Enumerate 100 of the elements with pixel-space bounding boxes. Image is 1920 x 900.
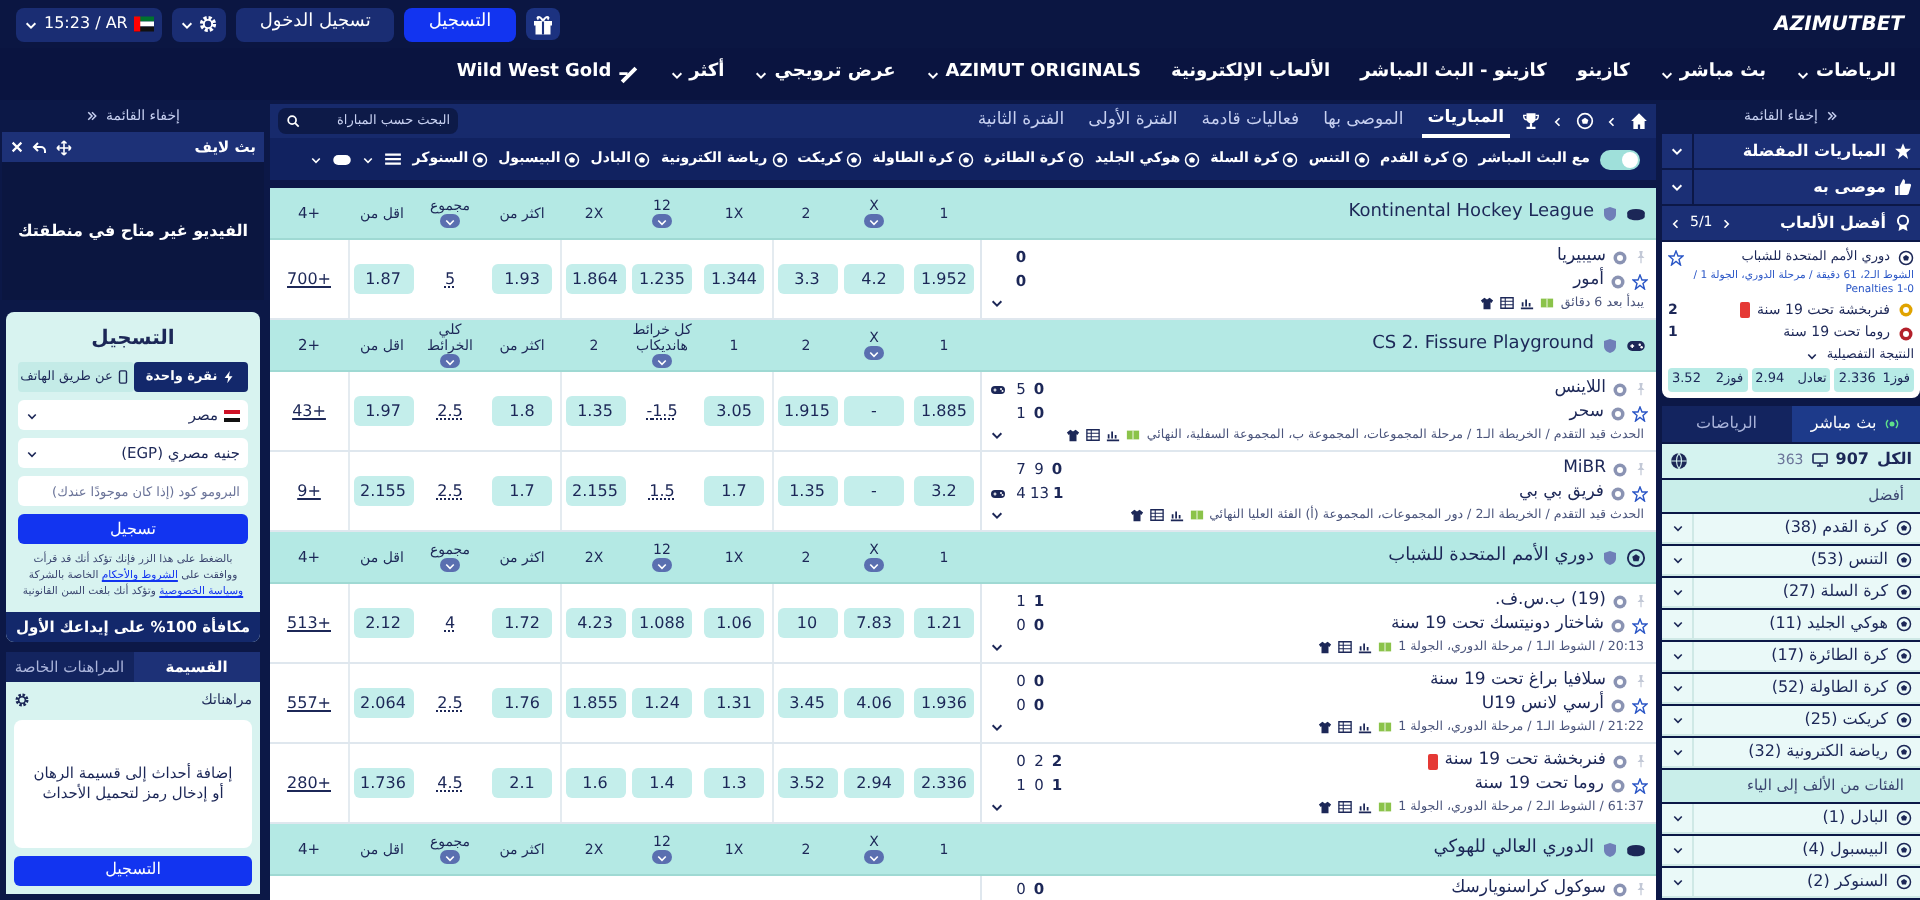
move-icon[interactable] — [56, 139, 72, 155]
star-icon[interactable] — [1632, 617, 1648, 633]
odds-button[interactable]: 7.83 — [844, 608, 904, 638]
dropdown-toggle[interactable] — [440, 850, 460, 864]
odds-button[interactable]: 1.885 — [914, 396, 974, 426]
table-icon[interactable] — [1149, 508, 1164, 522]
submit-button[interactable]: تسجيل — [18, 514, 248, 544]
lineup-icon[interactable] — [1318, 640, 1333, 654]
sport-item[interactable]: هوكي الجليد (11) — [1662, 609, 1920, 639]
tab[interactable]: فعاليات قادمة — [1195, 104, 1306, 138]
sport-item[interactable]: كرة القدم (38) — [1662, 513, 1920, 543]
chevron-down-icon[interactable] — [990, 296, 1004, 310]
previous-icon[interactable] — [1670, 217, 1682, 229]
chart-icon[interactable] — [1106, 428, 1121, 442]
chevron-down-icon[interactable] — [990, 508, 1004, 522]
nav-item[interactable]: الرياضات — [1796, 60, 1896, 88]
more-markets-link[interactable]: 43+ — [292, 399, 326, 423]
odds-button[interactable]: 2.155 — [353, 476, 413, 506]
field-icon[interactable] — [1189, 508, 1204, 522]
star-icon[interactable] — [1632, 485, 1648, 501]
odds-button[interactable]: 4.23 — [565, 608, 625, 638]
chart-icon[interactable] — [1169, 508, 1184, 522]
register-button[interactable]: التسجيل — [404, 7, 516, 41]
odds-button[interactable]: 1.31 — [704, 688, 764, 718]
nav-item[interactable]: AZIMUT ORIGINALS — [925, 60, 1142, 88]
logo[interactable]: AZIMUTBET — [1774, 9, 1904, 39]
odds-button[interactable]: 4.2 — [844, 264, 904, 294]
odds-button[interactable]: - — [844, 396, 904, 426]
odds-button[interactable]: 2.94 — [844, 768, 904, 798]
odds-button[interactable]: 10 — [777, 608, 837, 638]
more-markets-link[interactable]: 513+ — [287, 611, 331, 635]
dropdown-toggle[interactable] — [440, 214, 460, 228]
home-icon[interactable] — [1630, 112, 1648, 130]
star-icon[interactable] — [1632, 697, 1648, 713]
odds-button[interactable]: 3.45 — [777, 688, 837, 718]
odds-button[interactable]: 3.3 — [777, 264, 837, 294]
chart-icon[interactable] — [1358, 640, 1373, 654]
gear-icon[interactable] — [14, 692, 30, 709]
settings-button[interactable] — [171, 7, 226, 41]
odds-button[interactable]: 1.736 — [353, 768, 413, 798]
sport-item[interactable]: البادل (1) — [1662, 803, 1920, 833]
odds-button[interactable]: - — [844, 476, 904, 506]
chevron-down-icon[interactable] — [990, 800, 1004, 814]
odds-button[interactable]: 1.21 — [914, 608, 974, 638]
tab[interactable]: الفترة الثانية — [971, 104, 1071, 138]
chart-icon[interactable] — [1358, 800, 1373, 814]
lineup-icon[interactable] — [1318, 720, 1333, 734]
next-icon[interactable] — [1720, 217, 1733, 229]
odds-button[interactable]: 1.24 — [632, 688, 692, 718]
odds-button[interactable]: 1.7 — [704, 476, 764, 506]
odds-button[interactable]: 1.93 — [492, 264, 552, 294]
odds-button[interactable]: 1.87 — [353, 264, 413, 294]
lineup-icon[interactable] — [1480, 296, 1495, 310]
table-icon[interactable] — [1338, 640, 1353, 654]
chevron-down-icon[interactable] — [990, 720, 1004, 734]
odds-button[interactable]: 2.12 — [353, 608, 413, 638]
accordion-header[interactable]: المباريات المفضلة — [1662, 134, 1920, 168]
sport-item[interactable]: كرة السلة (27) — [1662, 577, 1920, 607]
odds-button[interactable]: 1.72 — [492, 608, 552, 638]
odds-button[interactable]: 3.05 — [704, 396, 764, 426]
odds-button[interactable]: 2.336 — [914, 768, 974, 798]
lineup-icon[interactable] — [1129, 508, 1144, 522]
soccer-ball-icon[interactable] — [1576, 112, 1594, 130]
table-icon[interactable] — [1338, 720, 1353, 734]
tab[interactable]: الرياضات — [1662, 405, 1791, 441]
login-button[interactable]: تسجيل الدخول — [235, 7, 395, 41]
globe-icon[interactable] — [1670, 451, 1688, 469]
nav-item[interactable]: عرض ترويجي — [754, 60, 896, 88]
odds-button[interactable]: 1.915 — [777, 396, 837, 426]
lineup-icon[interactable] — [1066, 428, 1081, 442]
sport-item[interactable]: كريكت (25) — [1662, 705, 1920, 735]
odds-button[interactable]: 1.235 — [632, 264, 692, 294]
sport-item[interactable]: كرة الطاولة (52) — [1662, 673, 1920, 703]
sport-item[interactable]: رياضة الكترونية (32) — [1662, 737, 1920, 767]
chevron-down-icon[interactable] — [362, 153, 375, 165]
odds-button[interactable]: 1.6 — [565, 768, 625, 798]
nav-item[interactable]: كازينو — [1576, 60, 1630, 88]
sport-item[interactable]: كرة الطائرة (17) — [1662, 641, 1920, 671]
chevron-down-icon[interactable] — [990, 428, 1004, 442]
language-selector[interactable]: 15:23 / AR — [16, 7, 162, 41]
odds-button[interactable]: 1.76 — [492, 688, 552, 718]
nav-item[interactable]: أكثر — [669, 60, 725, 88]
nav-item[interactable]: بث مباشر — [1659, 60, 1767, 88]
more-markets-link[interactable]: 9+ — [297, 479, 321, 503]
odds-button[interactable]: 4.06 — [844, 688, 904, 718]
tab[interactable]: بث مباشر — [1791, 405, 1920, 441]
dropdown-toggle[interactable] — [652, 214, 672, 228]
chart-icon[interactable] — [1520, 296, 1535, 310]
chart-icon[interactable] — [1358, 720, 1373, 734]
field-icon[interactable] — [1378, 800, 1393, 814]
more-markets-link[interactable]: 280+ — [287, 771, 331, 795]
list-icon[interactable] — [384, 150, 403, 168]
dropdown-toggle[interactable] — [864, 214, 884, 228]
odds-button[interactable]: 1.97 — [353, 396, 413, 426]
chevron-down-icon[interactable] — [990, 640, 1004, 654]
sport-item[interactable]: البيسبول (4) — [1662, 835, 1920, 865]
field-icon[interactable] — [1378, 720, 1393, 734]
nav-item[interactable]: كازينو - البث المباشر — [1360, 60, 1547, 88]
field-icon[interactable] — [1126, 428, 1141, 442]
dropdown-toggle[interactable] — [864, 346, 884, 360]
